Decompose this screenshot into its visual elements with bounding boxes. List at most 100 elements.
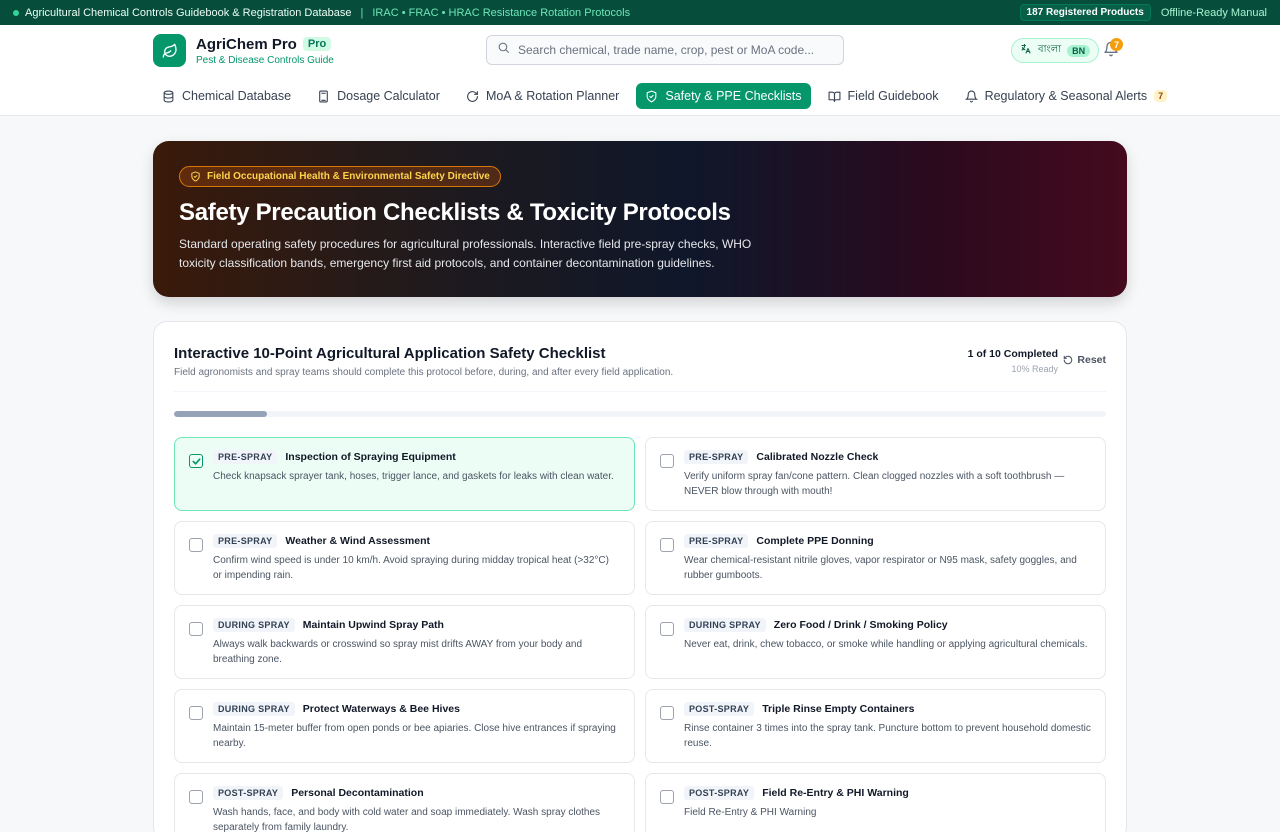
checkbox[interactable]	[189, 538, 203, 552]
checklist-item-title: Protect Waterways & Bee Hives	[302, 703, 460, 715]
checkbox[interactable]	[660, 538, 674, 552]
check-icon	[191, 457, 201, 465]
checklist-item-header: POST-SPRAY Field Re-Entry & PHI Warning	[684, 786, 1091, 800]
nav-label: Dosage Calculator	[337, 89, 440, 103]
checklist-item[interactable]: POST-SPRAY Field Re-Entry & PHI Warning Fi…	[645, 773, 1106, 832]
nav-safety-ppe-checklists[interactable]: Safety & PPE Checklists	[636, 83, 811, 109]
language-label: বাংলা	[1038, 44, 1062, 55]
brand-text: AgriChem Pro Pro Pest & Disease Controls…	[196, 36, 334, 66]
phase-badge: POST-SPRAY	[684, 702, 755, 716]
translate-icon	[1020, 43, 1032, 58]
phase-badge: POST-SPRAY	[684, 786, 755, 800]
nav-label: Regulatory & Seasonal Alerts	[984, 89, 1148, 103]
checklist-item-description: Field Re-Entry & PHI Warning	[684, 807, 817, 818]
alerts-count-badge: 7	[1154, 90, 1168, 102]
hero-banner: Field Occupational Health & Environmenta…	[153, 141, 1127, 297]
phase-badge: POST-SPRAY	[213, 786, 284, 800]
top-info-left: Agricultural Chemical Controls Guidebook…	[13, 7, 630, 19]
top-info-title: Agricultural Chemical Controls Guidebook…	[25, 6, 352, 19]
nav-chemical-database[interactable]: Chemical Database	[153, 83, 300, 109]
checklist-item[interactable]: PRE-SPRAY Weather & Wind Assessment Confir…	[174, 521, 635, 595]
checklist-item-header: PRE-SPRAY Inspection of Spraying Equipmen…	[213, 450, 620, 464]
brand[interactable]: AgriChem Pro Pro Pest & Disease Controls…	[153, 34, 334, 67]
checklist-item[interactable]: PRE-SPRAY Complete PPE Donning Wear chemic…	[645, 521, 1106, 595]
checklist-item-description: Rinse container 3 times into the spray t…	[684, 723, 1091, 749]
checklist-item-header: DURING SPRAY Zero Food / Drink / Smoking …	[684, 618, 1091, 632]
checklist-item-title: Personal Decontamination	[291, 787, 424, 799]
checklist-item-header: PRE-SPRAY Complete PPE Donning	[684, 534, 1091, 548]
brand-name-row: AgriChem Pro Pro	[196, 36, 334, 53]
nav-label: Chemical Database	[182, 89, 292, 103]
checklist-item-title: Inspection of Spraying Equipment	[285, 451, 456, 463]
checklist-item-title: Zero Food / Drink / Smoking Policy	[773, 619, 948, 631]
checkbox[interactable]	[660, 790, 674, 804]
top-info-protocols: IRAC • FRAC • HRAC Resistance Rotation P…	[372, 6, 631, 19]
search-box[interactable]	[486, 35, 844, 65]
page-description: Standard operating safety procedures for…	[179, 237, 752, 270]
status-dot-icon	[13, 9, 19, 16]
checklist-item-description: Maintain 15-meter buffer from open ponds…	[213, 723, 616, 749]
checklist-progress-fill	[174, 411, 268, 417]
checklist-item[interactable]: DURING SPRAY Zero Food / Drink / Smoking …	[645, 605, 1106, 679]
checklist-subtitle: Field agronomists and spray teams should…	[174, 367, 674, 378]
main-nav: Chemical Database Dosage Calculator MoA …	[153, 83, 1184, 109]
checkbox[interactable]	[660, 454, 674, 468]
checklist-item-header: PRE-SPRAY Calibrated Nozzle Check	[684, 450, 1091, 464]
checklist-item-header: POST-SPRAY Personal Decontamination	[213, 786, 620, 800]
checkbox[interactable]	[660, 706, 674, 720]
checklist-item-header: DURING SPRAY Maintain Upwind Spray Path	[213, 618, 620, 632]
checklist-item-description: Wash hands, face, and body with cold wat…	[213, 807, 601, 832]
brand-subtitle: Pest & Disease Controls Guide	[196, 54, 334, 66]
checkbox[interactable]	[660, 622, 674, 636]
checklist-item-title: Maintain Upwind Spray Path	[302, 619, 444, 631]
calculator-icon	[319, 90, 328, 102]
reset-icon	[1064, 355, 1073, 365]
checklist-item-title: Field Re-Entry & PHI Warning	[762, 787, 909, 799]
checkbox[interactable]	[189, 790, 203, 804]
phase-badge: DURING SPRAY	[213, 618, 295, 632]
checkbox[interactable]	[189, 706, 203, 720]
phase-badge: DURING SPRAY	[684, 618, 766, 632]
notifications-button[interactable]: 7	[1103, 38, 1125, 59]
checklist-item-description: Wear chemical-resistant nitrile gloves, …	[684, 555, 1077, 581]
language-code: BN	[1067, 44, 1091, 57]
completed-count: 1 of 10 Completed	[967, 348, 1058, 360]
nav-regulatory-seasonal-alerts[interactable]: Regulatory & Seasonal Alerts 7	[956, 83, 1177, 109]
phase-badge: PRE-SPRAY	[684, 534, 749, 548]
registered-products-badge: 187 Registered Products	[1019, 4, 1151, 21]
notification-count: 7	[1110, 38, 1123, 51]
checklist-item[interactable]: PRE-SPRAY Calibrated Nozzle Check Verify u…	[645, 437, 1106, 511]
reset-button[interactable]: Reset	[1063, 354, 1106, 366]
checkbox[interactable]	[189, 622, 203, 636]
checklist-item-title: Weather & Wind Assessment	[285, 535, 431, 547]
checklist-item-header: PRE-SPRAY Weather & Wind Assessment	[213, 534, 620, 548]
nav-moa-rotation-planner[interactable]: MoA & Rotation Planner	[457, 83, 628, 109]
shield-check-icon	[646, 90, 657, 102]
nav-dosage-calculator[interactable]: Dosage Calculator	[308, 83, 449, 109]
safety-checklist-panel: Interactive 10-Point Agricultural Applic…	[153, 321, 1127, 832]
shield-check-icon	[191, 171, 200, 182]
checklist-item[interactable]: PRE-SPRAY Inspection of Spraying Equipmen…	[174, 437, 635, 511]
checklist-item[interactable]: DURING SPRAY Protect Waterways & Bee Hive…	[174, 689, 635, 763]
app-header: AgriChem Pro Pro Pest & Disease Controls…	[0, 25, 1280, 116]
checklist-item[interactable]: DURING SPRAY Maintain Upwind Spray Path Al…	[174, 605, 635, 679]
checkbox[interactable]	[189, 454, 203, 468]
language-toggle[interactable]: বাংলা BN	[1011, 38, 1100, 63]
page-title: Safety Precaution Checklists & Toxicity …	[179, 199, 731, 226]
directive-badge: Field Occupational Health & Environmenta…	[179, 166, 501, 187]
checklist-item-title: Triple Rinse Empty Containers	[762, 703, 915, 715]
completion-status: 1 of 10 Completed 10% Ready	[968, 348, 1058, 374]
reset-label: Reset	[1077, 354, 1106, 366]
checklist-grid: PRE-SPRAY Inspection of Spraying Equipmen…	[174, 437, 1106, 832]
checklist-title: Interactive 10-Point Agricultural Applic…	[174, 345, 606, 362]
phase-badge: PRE-SPRAY	[213, 534, 278, 548]
checklist-item[interactable]: POST-SPRAY Triple Rinse Empty Containers R…	[645, 689, 1106, 763]
top-info-bar: Agricultural Chemical Controls Guidebook…	[0, 0, 1280, 25]
search-input[interactable]	[518, 43, 828, 57]
nav-field-guidebook[interactable]: Field Guidebook	[819, 83, 948, 109]
book-icon	[828, 91, 840, 102]
nav-label: MoA & Rotation Planner	[485, 89, 620, 103]
phase-badge: PRE-SPRAY	[213, 450, 278, 464]
checklist-item[interactable]: POST-SPRAY Personal Decontamination Wash h…	[174, 773, 635, 832]
checklist-item-description: Confirm wind speed is under 10 km/h. Avo…	[213, 555, 609, 581]
